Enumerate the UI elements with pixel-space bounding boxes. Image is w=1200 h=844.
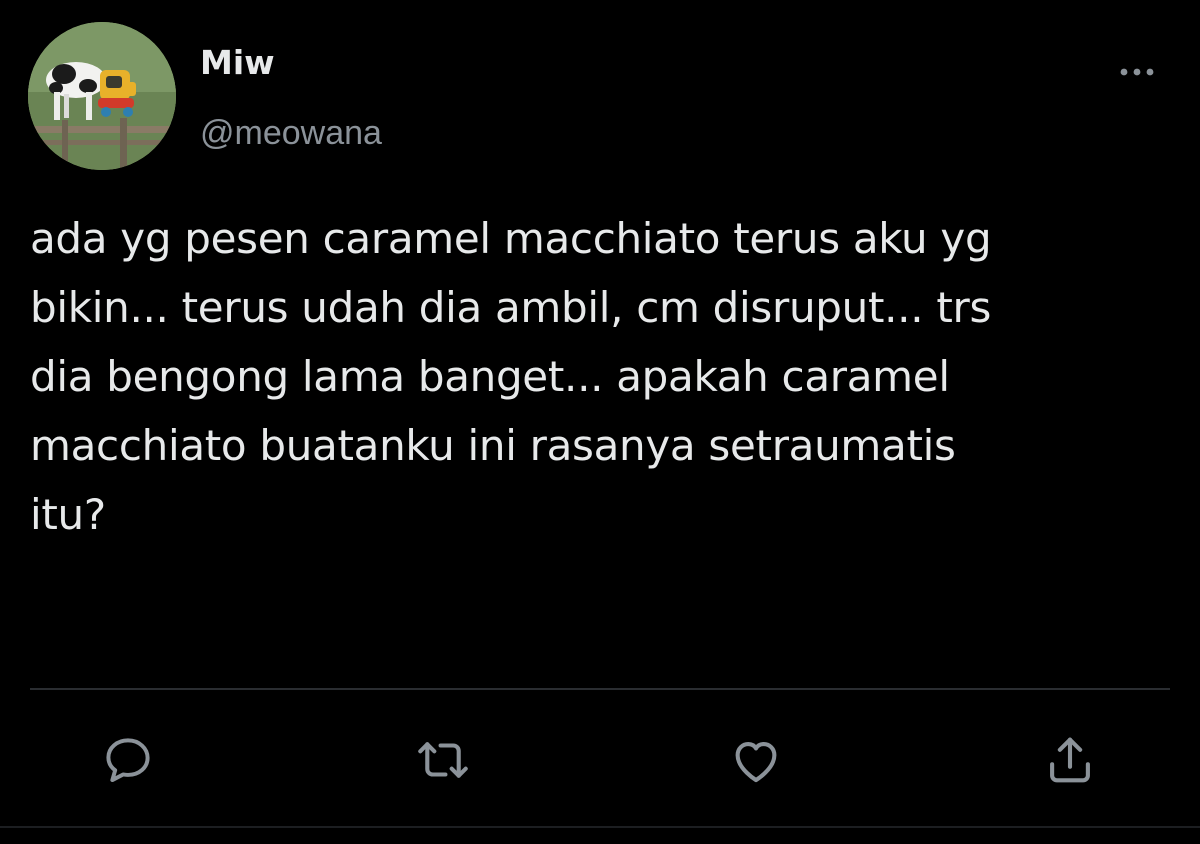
share-upload-icon (1050, 737, 1090, 783)
retweet-arrows-icon (418, 742, 468, 778)
tweet-card: Miw @meowana ada yg pesen caramel macchi… (0, 0, 1200, 844)
share-button[interactable] (1038, 728, 1102, 792)
retweet-button[interactable] (411, 728, 475, 792)
divider (30, 688, 1170, 690)
bottom-divider (0, 826, 1200, 828)
like-button[interactable] (724, 728, 788, 792)
comment-bubble-icon (106, 738, 150, 783)
cow-avatar-image (28, 22, 176, 170)
author-display-name[interactable]: Miw (200, 42, 275, 84)
author-handle[interactable]: @meowana (200, 112, 382, 154)
more-options-button[interactable] (1112, 58, 1162, 86)
heart-icon (735, 741, 777, 783)
tweet-text: ada yg pesen caramel macchiato terus aku… (30, 214, 992, 539)
reply-button[interactable] (96, 728, 160, 792)
avatar[interactable] (28, 22, 176, 170)
more-horizontal-icon (1120, 68, 1154, 76)
